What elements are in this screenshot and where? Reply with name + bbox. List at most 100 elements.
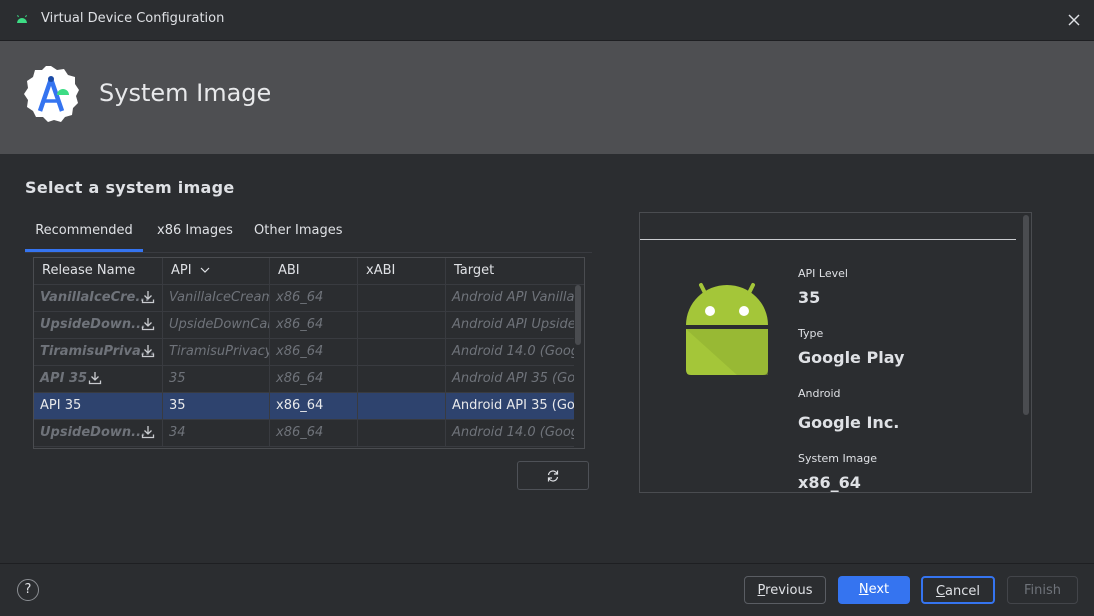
download-icon[interactable] — [141, 317, 155, 331]
table-row[interactable]: VanillaIceCre... VanillaIceCream x86_64 And… — [34, 285, 574, 312]
table-row[interactable]: UpsideDown... 34 x86_64 Android 14.0 (Goog — [34, 420, 574, 447]
cell-text: API 35 — [40, 371, 88, 386]
tab-recommended[interactable]: Recommended — [25, 212, 143, 252]
android-head-icon — [17, 14, 27, 23]
cell-xabi — [358, 393, 446, 419]
table-row[interactable]: API 35 35 x86_64 Android API 35 (Go — [34, 393, 574, 420]
cell-xabi — [358, 312, 446, 338]
system-image-label: System Image — [798, 452, 877, 465]
image-details-panel: API Level 35 Type Google Play Android Go… — [639, 212, 1032, 493]
cell-release-name: TiramisuPriva... — [34, 339, 163, 365]
download-icon[interactable] — [141, 290, 155, 304]
image-tabs: Recommended x86 Images Other Images — [25, 212, 592, 253]
table-row[interactable]: UpsideDown... UpsideDownCak x86_64 Android … — [34, 312, 574, 339]
window-title: Virtual Device Configuration — [41, 11, 225, 26]
cell-text: 35 — [169, 398, 186, 413]
column-xabi[interactable]: xABI — [358, 258, 446, 284]
tab-other-images[interactable]: Other Images — [254, 212, 343, 250]
refresh-icon — [547, 470, 559, 482]
cell-xabi — [358, 285, 446, 311]
cell-api: 35 — [163, 393, 270, 419]
table-row[interactable]: API 35 35 x86_64 Android API 35 (Go — [34, 366, 574, 393]
close-icon[interactable] — [1064, 10, 1084, 30]
cell-target: Android API 35 (Go — [446, 393, 574, 419]
previous-mnemonic: P — [757, 583, 766, 598]
cell-release-name: API 35 — [34, 393, 163, 419]
cell-text: VanillaIceCream — [169, 290, 270, 305]
cell-api: UpsideDownCak — [163, 312, 270, 338]
previous-label: revious — [765, 583, 813, 598]
refresh-button[interactable] — [517, 461, 589, 490]
column-target[interactable]: Target — [446, 258, 584, 284]
next-mnemonic: N — [858, 582, 869, 597]
cell-target: Android API VanillaI — [446, 285, 574, 311]
android-studio-logo — [24, 66, 79, 122]
cell-text: TiramisuPriva... — [40, 344, 156, 359]
cell-target: Android API Upside — [446, 312, 574, 338]
cell-release-name: API 35 — [34, 366, 163, 392]
wizard-header: System Image — [0, 40, 1094, 154]
column-api[interactable]: API — [163, 258, 270, 284]
cell-text: x86_64 — [276, 398, 324, 413]
cell-text: TiramisuPrivacyS — [169, 344, 270, 359]
cell-api: VanillaIceCream — [163, 285, 270, 311]
cell-abi: x86_64 — [270, 393, 358, 419]
help-icon[interactable]: ? — [17, 579, 39, 601]
cancel-label: ancel — [945, 584, 981, 599]
cell-text: Android 14.0 (Goog — [452, 425, 574, 440]
cell-text: Android API 35 (Go — [452, 371, 574, 386]
details-scrollbar[interactable] — [1023, 215, 1029, 415]
api-level-value: 35 — [798, 288, 821, 307]
cell-abi: x86_64 — [270, 312, 358, 338]
cell-text: Android API VanillaI — [452, 290, 574, 305]
api-level-label: API Level — [798, 267, 848, 280]
column-release-name[interactable]: Release Name — [34, 258, 163, 284]
cell-xabi — [358, 366, 446, 392]
wizard-footer: ? Previous Next Cancel Finish — [0, 563, 1094, 616]
download-icon[interactable] — [141, 425, 155, 439]
page-title: System Image — [99, 79, 272, 107]
cell-abi: x86_64 — [270, 339, 358, 365]
next-button[interactable]: Next — [838, 576, 910, 604]
table-scrollbar[interactable] — [575, 285, 581, 345]
system-image-value: x86_64 — [798, 473, 861, 492]
cell-text: UpsideDown... — [40, 425, 146, 440]
cell-release-name: UpsideDown... — [34, 420, 163, 446]
cell-api: 35 — [163, 366, 270, 392]
cell-text: UpsideDown... — [40, 317, 146, 332]
cell-release-name: VanillaIceCre... — [34, 285, 163, 311]
cell-text: x86_64 — [276, 425, 324, 440]
download-icon[interactable] — [88, 371, 102, 385]
column-api-label: API — [171, 263, 192, 278]
cell-text: Android 14.0 (Goog — [452, 344, 574, 359]
android-robot-icon — [686, 283, 768, 375]
cell-text: 35 — [169, 371, 186, 386]
next-label: ext — [868, 582, 890, 597]
cell-abi: x86_64 — [270, 366, 358, 392]
system-image-table: Release Name API ABI xABI Target Vanilla… — [33, 257, 585, 449]
finish-button[interactable]: Finish — [1007, 576, 1078, 604]
chevron-down-icon — [200, 267, 210, 273]
cell-text: API 35 — [40, 398, 82, 413]
cell-text: 34 — [169, 425, 186, 440]
cell-xabi — [358, 339, 446, 365]
type-value: Google Play — [798, 348, 905, 367]
type-label: Type — [798, 327, 824, 340]
table-header: Release Name API ABI xABI Target — [34, 258, 584, 285]
cell-text: x86_64 — [276, 371, 324, 386]
table-row[interactable]: TiramisuPriva... TiramisuPrivacyS x86_64 An… — [34, 339, 574, 366]
cell-text: Android API 35 (Go — [452, 398, 574, 413]
android-label: Android — [798, 387, 841, 400]
title-bar: Virtual Device Configuration — [0, 0, 1094, 40]
cell-abi: x86_64 — [270, 420, 358, 446]
tab-x86-images[interactable]: x86 Images — [157, 212, 233, 250]
cancel-button[interactable]: Cancel — [921, 576, 995, 604]
cell-target: Android API 35 (Go — [446, 366, 574, 392]
download-icon[interactable] — [141, 344, 155, 358]
android-value: Google Inc. — [798, 413, 900, 432]
column-abi[interactable]: ABI — [270, 258, 358, 284]
cell-text: x86_64 — [276, 317, 324, 332]
cell-text: x86_64 — [276, 344, 324, 359]
cell-target: Android 14.0 (Goog — [446, 339, 574, 365]
previous-button[interactable]: Previous — [744, 576, 826, 604]
